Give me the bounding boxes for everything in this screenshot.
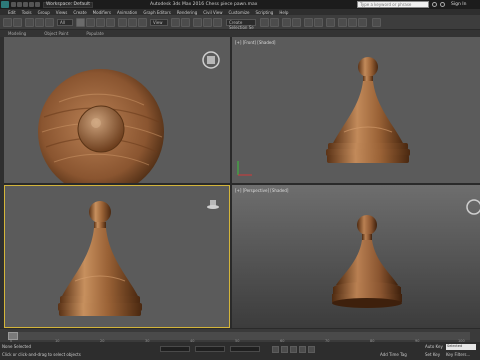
material-editor-icon[interactable] [326, 18, 335, 27]
status-bar: None Selected Click or click-and-drag to… [0, 342, 480, 360]
rotate-icon[interactable] [128, 18, 137, 27]
layer-explorer-icon[interactable] [282, 18, 291, 27]
viewcube-persp-icon [466, 199, 480, 215]
named-selection-set-input[interactable]: Create Selection Se [226, 19, 256, 30]
open-file-icon[interactable] [17, 2, 22, 7]
pawn-left-view [58, 200, 219, 316]
viewport-top[interactable] [4, 37, 230, 183]
menu-modifiers[interactable]: Modifiers [93, 10, 111, 15]
viewport-divider-horizontal[interactable] [4, 183, 480, 185]
z-coordinate-field[interactable] [230, 346, 260, 352]
menu-civil-view[interactable]: Civil View [203, 10, 222, 15]
graphite-ribbon-icon[interactable] [292, 18, 301, 27]
new-file-icon[interactable] [11, 2, 16, 7]
align-icon[interactable] [270, 18, 279, 27]
y-coordinate-field[interactable] [195, 346, 225, 352]
unlink-icon[interactable] [35, 18, 44, 27]
undo-icon[interactable] [29, 2, 34, 7]
a360-render-icon[interactable] [372, 18, 381, 27]
reference-coordinate-dropdown[interactable]: View [150, 19, 168, 26]
search-input[interactable]: Type a keyword or phrase [357, 1, 429, 8]
x-coordinate-field[interactable] [160, 346, 190, 352]
auto-key-button[interactable]: Auto Key [425, 344, 443, 349]
menu-customize[interactable]: Customize [229, 10, 250, 15]
previous-frame-icon[interactable] [281, 346, 288, 353]
pawn-perspective-view [332, 199, 480, 308]
link-icon[interactable] [25, 18, 34, 27]
menu-help[interactable]: Help [279, 10, 288, 15]
sign-in-link[interactable]: Sign In [451, 2, 466, 7]
play-icon[interactable] [290, 346, 297, 353]
snaps-toggle-icon[interactable] [193, 18, 202, 27]
save-file-icon[interactable] [23, 2, 28, 7]
go-to-start-icon[interactable] [272, 346, 279, 353]
app-logo-icon[interactable] [1, 1, 9, 8]
selection-filter-dropdown[interactable]: All [57, 19, 73, 26]
menu-graph-editors[interactable]: Graph Editors [143, 10, 170, 15]
mirror-icon[interactable] [260, 18, 269, 27]
select-by-name-icon[interactable] [86, 18, 95, 27]
viewport-left[interactable] [4, 185, 230, 328]
search-icon[interactable] [432, 2, 437, 7]
render-setup-icon[interactable] [338, 18, 347, 27]
tab-modeling[interactable]: Modeling [8, 31, 26, 36]
schematic-view-icon[interactable] [314, 18, 323, 27]
menu-scripting[interactable]: Scripting [256, 10, 274, 15]
next-frame-icon[interactable] [299, 346, 306, 353]
tab-populate[interactable]: Populate [86, 31, 103, 36]
menu-animation[interactable]: Animation [117, 10, 137, 15]
bind-space-warp-icon[interactable] [45, 18, 54, 27]
pawn-front-view [237, 57, 410, 176]
undo-tool-icon[interactable] [3, 18, 12, 27]
pivot-point-icon[interactable] [171, 18, 180, 27]
menu-group[interactable]: Group [38, 10, 50, 15]
menu-edit[interactable]: Edit [8, 10, 16, 15]
viewport-perspective[interactable]: [+] [Perspective] [Shaded] [232, 185, 480, 328]
select-manipulate-icon[interactable] [181, 18, 190, 27]
scale-icon[interactable] [138, 18, 147, 27]
go-to-end-icon[interactable] [308, 346, 315, 353]
rendered-frame-window-icon[interactable] [348, 18, 357, 27]
curve-editor-icon[interactable] [304, 18, 313, 27]
percent-snap-icon[interactable] [213, 18, 222, 27]
menu-create[interactable]: Create [73, 10, 86, 15]
key-mode-dropdown[interactable]: Selected [446, 344, 476, 350]
move-icon[interactable] [118, 18, 127, 27]
workspace-dropdown[interactable]: Workspace: Default [43, 1, 93, 8]
rectangular-selection-icon[interactable] [96, 18, 105, 27]
set-key-button[interactable]: Set Key [425, 352, 440, 357]
viewport-front[interactable]: [+] [Front] [Shaded] [232, 37, 480, 183]
help-icon[interactable] [440, 2, 445, 7]
pawn-top-view [38, 51, 220, 183]
window-crossing-icon[interactable] [106, 18, 115, 27]
angle-snap-icon[interactable] [203, 18, 212, 27]
render-production-icon[interactable] [358, 18, 367, 27]
selection-status: None Selected [2, 344, 32, 349]
redo-tool-icon[interactable] [13, 18, 22, 27]
menu-tools[interactable]: Tools [22, 10, 32, 15]
title-bar: Workspace: Default Autodesk 3ds Max 2016… [0, 0, 480, 9]
menu-views[interactable]: Views [56, 10, 68, 15]
key-filters-button[interactable]: Key Filters... [446, 352, 470, 357]
timeline: 0 10 20 30 40 50 60 70 80 90 100 [0, 328, 480, 343]
window-title: Autodesk 3ds Max 2016 Chess piece pawn.m… [150, 2, 258, 7]
add-time-tag[interactable]: Add Time Tag [380, 352, 407, 357]
main-toolbar: All View Create Selection Se [0, 15, 480, 30]
redo-icon[interactable] [35, 2, 40, 7]
ribbon-tabs: Modeling Object Paint Populate [0, 30, 480, 37]
menu-rendering[interactable]: Rendering [177, 10, 197, 15]
prompt-line: Click or click-and-drag to select object… [2, 352, 81, 357]
select-object-icon[interactable] [76, 18, 85, 27]
tab-object-paint[interactable]: Object Paint [44, 31, 68, 36]
